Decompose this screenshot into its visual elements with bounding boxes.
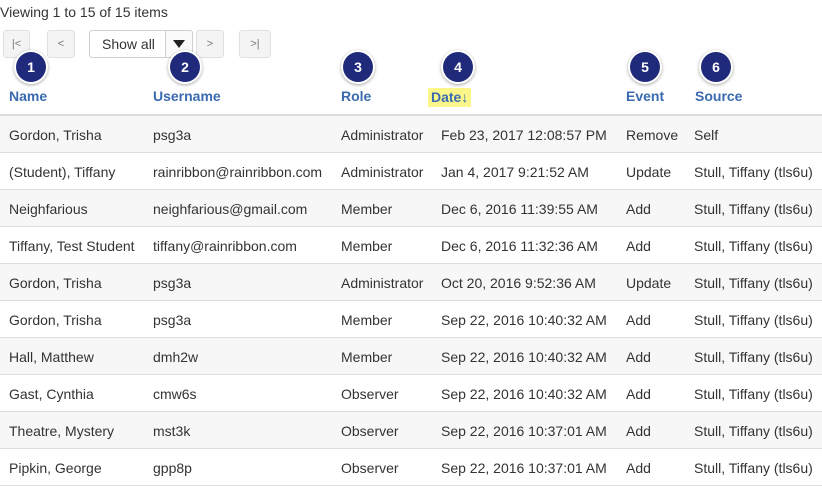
table-row: Gordon, Trisha psg3a Administrator Oct 2… <box>0 264 822 301</box>
cell-role: Observer <box>341 460 399 476</box>
cell-event: Add <box>626 460 651 476</box>
cell-source: Stull, Tiffany (tls6u) <box>694 164 813 180</box>
cell-date: Jan 4, 2017 9:21:52 AM <box>441 164 589 180</box>
cell-date: Oct 20, 2016 9:52:36 AM <box>441 275 596 291</box>
cell-date: Sep 22, 2016 10:40:32 AM <box>441 312 607 328</box>
cell-role: Observer <box>341 423 399 439</box>
cell-name: Neighfarious <box>9 201 88 217</box>
cell-role: Member <box>341 349 393 365</box>
cell-source: Stull, Tiffany (tls6u) <box>694 238 813 254</box>
cell-username: tiffany@rainribbon.com <box>153 238 297 254</box>
column-header-event[interactable]: Event <box>626 88 664 104</box>
callout-badge-3: 3 <box>343 52 373 82</box>
cell-source: Stull, Tiffany (tls6u) <box>694 275 813 291</box>
column-header-source[interactable]: Source <box>695 88 742 104</box>
cell-source: Stull, Tiffany (tls6u) <box>694 312 813 328</box>
page-size-value: Show all <box>102 36 155 52</box>
cell-source: Stull, Tiffany (tls6u) <box>694 460 813 476</box>
cell-name: Gordon, Trisha <box>9 275 102 291</box>
cell-username: psg3a <box>153 275 192 291</box>
cell-event: Add <box>626 349 651 365</box>
cell-source: Stull, Tiffany (tls6u) <box>694 423 813 439</box>
cell-date: Sep 22, 2016 10:37:01 AM <box>441 460 607 476</box>
cell-username: psg3a <box>153 127 192 143</box>
callout-badge-6: 6 <box>701 52 731 82</box>
cell-role: Administrator <box>341 127 424 143</box>
cell-date: Dec 6, 2016 11:32:36 AM <box>441 238 598 254</box>
cell-name: Gordon, Trisha <box>9 127 102 143</box>
items-count-summary: Viewing 1 to 15 of 15 items <box>0 4 168 20</box>
cell-name: Tiffany, Test Student <box>9 238 135 254</box>
cell-username: neighfarious@gmail.com <box>153 201 308 217</box>
table-row: Theatre, Mystery mst3k Observer Sep 22, … <box>0 412 822 449</box>
cell-date: Sep 22, 2016 10:40:32 AM <box>441 349 607 365</box>
next-page-button[interactable]: > <box>196 30 224 58</box>
cell-name: Gast, Cynthia <box>9 386 94 402</box>
table-row: Hall, Matthew dmh2w Member Sep 22, 2016 … <box>0 338 822 375</box>
cell-date: Dec 6, 2016 11:39:55 AM <box>441 201 598 217</box>
cell-role: Administrator <box>341 164 424 180</box>
cell-name: (Student), Tiffany <box>9 164 116 180</box>
callout-badge-5: 5 <box>630 52 660 82</box>
cell-name: Hall, Matthew <box>9 349 94 365</box>
table-row: Gordon, Trisha psg3a Member Sep 22, 2016… <box>0 301 822 338</box>
column-header-name[interactable]: Name <box>9 88 47 104</box>
cell-name: Pipkin, George <box>9 460 102 476</box>
cell-event: Update <box>626 164 672 180</box>
cell-name: Gordon, Trisha <box>9 312 102 328</box>
cell-source: Stull, Tiffany (tls6u) <box>694 386 813 402</box>
callout-badge-1: 1 <box>16 52 46 82</box>
table-row: Tiffany, Test Student tiffany@rainribbon… <box>0 227 822 264</box>
cell-event: Add <box>626 238 651 254</box>
previous-page-button[interactable]: < <box>47 30 75 58</box>
history-table-body: Gordon, Trisha psg3a Administrator Feb 2… <box>0 116 822 486</box>
cell-event: Add <box>626 386 651 402</box>
cell-role: Observer <box>341 386 399 402</box>
cell-username: mst3k <box>153 423 191 439</box>
cell-event: Add <box>626 423 651 439</box>
cell-date: Sep 22, 2016 10:37:01 AM <box>441 423 607 439</box>
column-header-date[interactable]: Date↓ <box>428 88 472 107</box>
cell-role: Administrator <box>341 275 424 291</box>
cell-source: Stull, Tiffany (tls6u) <box>694 349 813 365</box>
table-row: Neighfarious neighfarious@gmail.com Memb… <box>0 190 822 227</box>
cell-username: dmh2w <box>153 349 199 365</box>
cell-source: Self <box>694 127 719 143</box>
cell-username: rainribbon@rainribbon.com <box>153 164 323 180</box>
cell-name: Theatre, Mystery <box>9 423 115 439</box>
cell-username: psg3a <box>153 312 192 328</box>
cell-event: Update <box>626 275 672 291</box>
last-page-button[interactable]: >| <box>239 30 271 58</box>
cell-role: Member <box>341 238 393 254</box>
column-header-username[interactable]: Username <box>153 88 221 104</box>
table-row: Gordon, Trisha psg3a Administrator Feb 2… <box>0 116 822 153</box>
cell-event: Add <box>626 312 651 328</box>
table-row: Pipkin, George gpp8p Observer Sep 22, 20… <box>0 449 822 486</box>
callout-badge-2: 2 <box>170 52 200 82</box>
callout-badge-4: 4 <box>443 52 473 82</box>
cell-username: cmw6s <box>153 386 197 402</box>
cell-event: Add <box>626 201 651 217</box>
table-row: (Student), Tiffany rainribbon@rainribbon… <box>0 153 822 190</box>
column-header-role[interactable]: Role <box>341 88 371 104</box>
cell-source: Stull, Tiffany (tls6u) <box>694 201 813 217</box>
cell-event: Remove <box>626 127 679 143</box>
cell-role: Member <box>341 201 393 217</box>
cell-username: gpp8p <box>153 460 192 476</box>
table-row: Gast, Cynthia cmw6s Observer Sep 22, 201… <box>0 375 822 412</box>
cell-date: Sep 22, 2016 10:40:32 AM <box>441 386 607 402</box>
cell-role: Member <box>341 312 393 328</box>
cell-date: Feb 23, 2017 12:08:57 PM <box>441 127 607 143</box>
